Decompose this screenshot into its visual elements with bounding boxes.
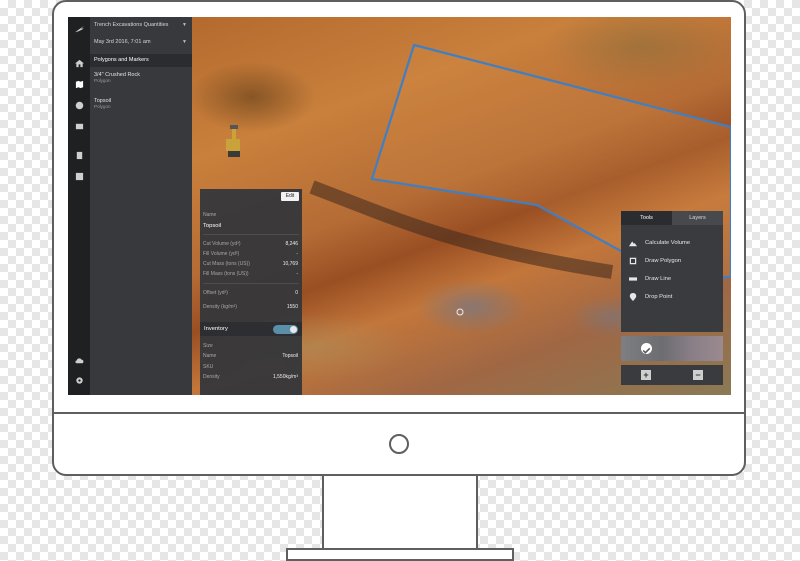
excavator-image xyxy=(226,125,240,157)
gear-icon[interactable] xyxy=(73,374,85,386)
zoom-in-button[interactable]: + xyxy=(641,370,651,380)
tool-label: Calculate Volume xyxy=(645,240,691,246)
section-header: Polygons and Markers xyxy=(90,54,192,67)
map-icon[interactable] xyxy=(73,78,85,90)
app-screen: Trench Excavations Quantities ▼ May 3rd … xyxy=(68,17,731,395)
project-selector[interactable]: Trench Excavations Quantities ▼ xyxy=(90,22,192,32)
report-icon[interactable] xyxy=(73,170,85,182)
mountain-icon xyxy=(629,241,637,247)
list-item[interactable]: 3/4" Crushed Rock Polygon xyxy=(90,72,192,83)
monitor-bezel-line xyxy=(52,412,746,414)
date-selector[interactable]: May 3rd 2016, 7:01 am ▼ xyxy=(90,39,192,49)
fill-mass-label: Fill Mass (tons (US)) xyxy=(203,271,249,277)
edit-button[interactable]: Edit xyxy=(281,192,299,201)
list-item[interactable]: Topsoil Polygon xyxy=(90,98,192,109)
tool-label: Drop Point xyxy=(645,294,673,300)
tab-tools[interactable]: Tools xyxy=(621,211,672,225)
tools-panel: Tools Layers Calculate Volume Draw Polyg… xyxy=(621,211,723,332)
cut-volume-label: Cut Volume (yd³) xyxy=(203,241,241,247)
image-icon[interactable] xyxy=(73,120,85,132)
map-marker[interactable] xyxy=(456,308,464,316)
inventory-toggle[interactable] xyxy=(273,325,298,334)
fill-volume-value: - xyxy=(296,251,298,257)
inventory-name-value: Topsoil xyxy=(282,353,298,359)
drop-point-tool[interactable]: Drop Point xyxy=(629,291,672,303)
square-icon xyxy=(629,257,637,265)
offset-label: Offset (yd³) xyxy=(203,290,228,296)
name-label: Name xyxy=(203,212,217,218)
side-panel: Trench Excavations Quantities ▼ May 3rd … xyxy=(90,17,192,395)
chevron-down-icon: ▼ xyxy=(182,22,187,28)
tool-label: Draw Line xyxy=(645,276,672,282)
layer-thumbnail[interactable] xyxy=(621,336,723,361)
fill-mass-value: - xyxy=(296,271,298,277)
size-label: Size xyxy=(203,343,213,349)
divider xyxy=(203,283,299,284)
icon-rail xyxy=(68,17,90,395)
document-icon[interactable] xyxy=(73,149,85,161)
item-type: Polygon xyxy=(94,104,111,109)
inventory-bar: Inventory xyxy=(200,322,302,336)
globe-icon[interactable] xyxy=(73,99,85,111)
power-button xyxy=(389,434,409,454)
density-value[interactable]: 1550 xyxy=(287,304,298,310)
inventory-density-value: 1,550kg/m³ xyxy=(272,374,298,380)
ruler-icon xyxy=(629,277,637,281)
chevron-down-icon: ▼ xyxy=(182,39,187,45)
details-card: Edit Name Topsoil Cut Volume (yd³) 8,246 … xyxy=(200,189,302,395)
tab-layers[interactable]: Layers xyxy=(672,211,723,225)
offset-value[interactable]: 0 xyxy=(295,290,298,296)
draw-polygon-tool[interactable]: Draw Polygon xyxy=(629,255,681,267)
survey-date: May 3rd 2016, 7:01 am xyxy=(94,39,151,45)
divider xyxy=(203,234,299,235)
pin-icon xyxy=(629,293,637,301)
check-icon xyxy=(641,343,652,354)
sku-label: SKU xyxy=(203,364,214,370)
cloud-upload-icon[interactable] xyxy=(73,354,85,366)
logo-icon[interactable] xyxy=(73,23,85,35)
name-value: Topsoil xyxy=(203,223,222,229)
home-icon[interactable] xyxy=(73,57,85,69)
fill-volume-label: Fill Volume (yd³) xyxy=(203,251,240,257)
zoom-controls: + − xyxy=(621,365,723,385)
calculate-volume-tool[interactable]: Calculate Volume xyxy=(629,237,690,249)
monitor-stand-base xyxy=(286,548,514,561)
toggle-knob xyxy=(290,326,297,333)
item-type: Polygon xyxy=(94,78,111,83)
density-label: Density (kg/m³) xyxy=(203,304,237,310)
cut-volume-value: 8,246 xyxy=(285,241,298,247)
monitor-stand-neck xyxy=(322,476,478,550)
inventory-label: Inventory xyxy=(204,326,228,332)
zoom-out-button[interactable]: − xyxy=(693,370,703,380)
cut-mass-label: Cut Mass (tons (US)) xyxy=(203,261,250,267)
inventory-name-label: Name xyxy=(203,353,217,359)
project-title: Trench Excavations Quantities xyxy=(94,22,169,28)
section-title: Polygons and Markers xyxy=(94,57,149,63)
tool-label: Draw Polygon xyxy=(645,258,682,264)
cut-mass-value: 10,769 xyxy=(282,261,298,267)
inventory-density-label: Density xyxy=(203,374,220,380)
draw-line-tool[interactable]: Draw Line xyxy=(629,273,671,285)
